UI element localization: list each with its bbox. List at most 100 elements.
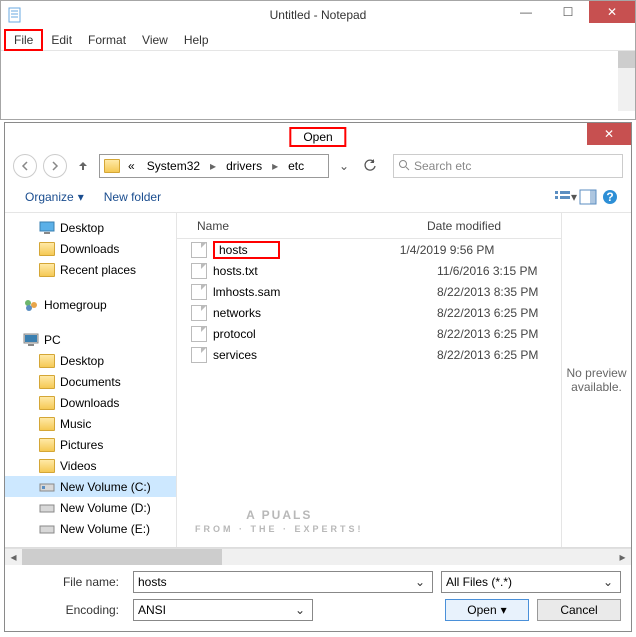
tree-downloads[interactable]: Downloads	[5, 238, 176, 259]
notepad-textarea[interactable]	[1, 51, 635, 111]
preview-pane: No preview available.	[561, 213, 631, 547]
menu-file[interactable]: File	[4, 29, 43, 51]
file-row[interactable]: lmhosts.sam8/22/2013 8:35 PM	[177, 281, 561, 302]
file-name: services	[213, 348, 427, 362]
folder-icon	[39, 242, 55, 256]
nav-up-button[interactable]	[73, 156, 93, 176]
tree-pc-videos[interactable]: Videos	[5, 455, 176, 476]
file-date: 1/4/2019 9:56 PM	[280, 243, 561, 257]
file-row[interactable]: hosts.txt11/6/2016 3:15 PM	[177, 260, 561, 281]
search-input[interactable]: Search etc	[393, 154, 623, 178]
file-row[interactable]: networks8/22/2013 6:25 PM	[177, 302, 561, 323]
file-date: 8/22/2013 8:35 PM	[427, 285, 561, 299]
refresh-button[interactable]	[359, 154, 381, 178]
tree-vol-d[interactable]: New Volume (D:)	[5, 497, 176, 518]
tree-pc-desktop[interactable]: Desktop	[5, 350, 176, 371]
nav-back-button[interactable]	[13, 154, 37, 178]
notepad-title: Untitled - Notepad	[270, 8, 367, 22]
tree-pc-downloads[interactable]: Downloads	[5, 392, 176, 413]
tree-vol-e[interactable]: New Volume (E:)	[5, 518, 176, 539]
search-icon	[398, 159, 410, 174]
drive-icon	[39, 522, 55, 536]
file-row[interactable]: protocol8/22/2013 6:25 PM	[177, 323, 561, 344]
tree-recent[interactable]: Recent places	[5, 259, 176, 280]
tree-vol-c[interactable]: New Volume (C:)	[5, 476, 176, 497]
menu-help[interactable]: Help	[176, 31, 217, 49]
column-headers[interactable]: Name Date modified	[177, 213, 561, 239]
scrollbar-vertical[interactable]	[618, 51, 635, 111]
chevron-down-icon: ⌄	[292, 603, 308, 617]
file-row[interactable]: services8/22/2013 6:25 PM	[177, 344, 561, 365]
menu-format[interactable]: Format	[80, 31, 134, 49]
menu-view[interactable]: View	[134, 31, 176, 49]
folder-icon	[39, 263, 55, 277]
breadcrumb-drivers[interactable]: drivers	[222, 159, 266, 173]
folder-icon	[39, 354, 55, 368]
breadcrumb-system32[interactable]: System32	[143, 159, 204, 173]
scrollbar-thumb[interactable]	[22, 549, 222, 565]
minimize-button[interactable]: —	[505, 1, 547, 23]
filetype-select[interactable]: All Files (*.*)⌄	[441, 571, 621, 593]
breadcrumb-prefix: «	[124, 159, 139, 173]
menu-edit[interactable]: Edit	[43, 31, 80, 49]
file-list[interactable]: Name Date modified hosts1/4/2019 9:56 PM…	[177, 213, 561, 547]
view-options-button[interactable]: ▾	[555, 186, 577, 208]
encoding-select[interactable]: ANSI⌄	[133, 599, 313, 621]
file-name: protocol	[213, 327, 427, 341]
breadcrumb-etc[interactable]: etc	[284, 159, 308, 173]
scroll-left-button[interactable]: ◂	[5, 549, 22, 565]
drive-icon	[39, 501, 55, 515]
chevron-right-icon: ▸	[270, 159, 280, 173]
file-icon	[191, 305, 207, 321]
notepad-window: Untitled - Notepad — ☐ ✕ File Edit Forma…	[0, 0, 636, 120]
scrollbar-horizontal[interactable]: ◂ ▸	[5, 548, 631, 565]
tree-pc-documents[interactable]: Documents	[5, 371, 176, 392]
file-row[interactable]: hosts1/4/2019 9:56 PM	[177, 239, 561, 260]
notepad-titlebar[interactable]: Untitled - Notepad — ☐ ✕	[1, 1, 635, 29]
chevron-down-icon: ⌄	[412, 575, 428, 589]
file-icon	[191, 284, 207, 300]
nav-tree[interactable]: Desktop Downloads Recent places Homegrou…	[5, 213, 177, 547]
file-name: hosts.txt	[213, 264, 427, 278]
tree-desktop[interactable]: Desktop	[5, 217, 176, 238]
folder-icon	[104, 159, 120, 173]
scrollbar-thumb[interactable]	[618, 51, 635, 68]
address-bar[interactable]: « System32 ▸ drivers ▸ etc	[99, 154, 329, 178]
filename-label: File name:	[15, 575, 125, 589]
toolbar: Organize▾ New folder ▾ ?	[5, 181, 631, 213]
tree-pc-music[interactable]: Music	[5, 413, 176, 434]
file-date: 8/22/2013 6:25 PM	[427, 306, 561, 320]
file-date: 8/22/2013 6:25 PM	[427, 348, 561, 362]
file-name: networks	[213, 306, 427, 320]
col-name[interactable]: Name	[177, 219, 417, 233]
preview-pane-button[interactable]	[577, 186, 599, 208]
new-folder-button[interactable]: New folder	[94, 186, 171, 208]
organize-button[interactable]: Organize▾	[15, 186, 94, 208]
dialog-bottom: File name: hosts⌄ All Files (*.*)⌄ Encod…	[5, 565, 631, 637]
dialog-titlebar[interactable]: Open ✕	[5, 123, 631, 151]
dialog-close-button[interactable]: ✕	[587, 123, 631, 145]
tree-pc[interactable]: PC	[5, 329, 176, 350]
folder-icon	[39, 396, 55, 410]
chevron-down-icon: ⌄	[600, 575, 616, 589]
search-placeholder: Search etc	[414, 159, 471, 173]
col-date[interactable]: Date modified	[417, 219, 561, 233]
close-button[interactable]: ✕	[589, 1, 635, 23]
address-dropdown[interactable]: ⌄	[335, 159, 353, 173]
open-button[interactable]: Open▾	[445, 599, 529, 621]
file-icon	[191, 242, 207, 258]
svg-text:?: ?	[606, 190, 613, 204]
scroll-right-button[interactable]: ▸	[614, 549, 631, 565]
help-button[interactable]: ?	[599, 186, 621, 208]
encoding-label: Encoding:	[15, 603, 125, 617]
maximize-button[interactable]: ☐	[547, 1, 589, 23]
file-area: Name Date modified hosts1/4/2019 9:56 PM…	[177, 213, 631, 547]
tree-homegroup[interactable]: Homegroup	[5, 294, 176, 315]
chevron-down-icon: ▾	[78, 190, 84, 204]
file-icon	[191, 347, 207, 363]
cancel-button[interactable]: Cancel	[537, 599, 621, 621]
nav-forward-button[interactable]	[43, 154, 67, 178]
chevron-right-icon: ▸	[208, 159, 218, 173]
tree-pc-pictures[interactable]: Pictures	[5, 434, 176, 455]
filename-input[interactable]: hosts⌄	[133, 571, 433, 593]
